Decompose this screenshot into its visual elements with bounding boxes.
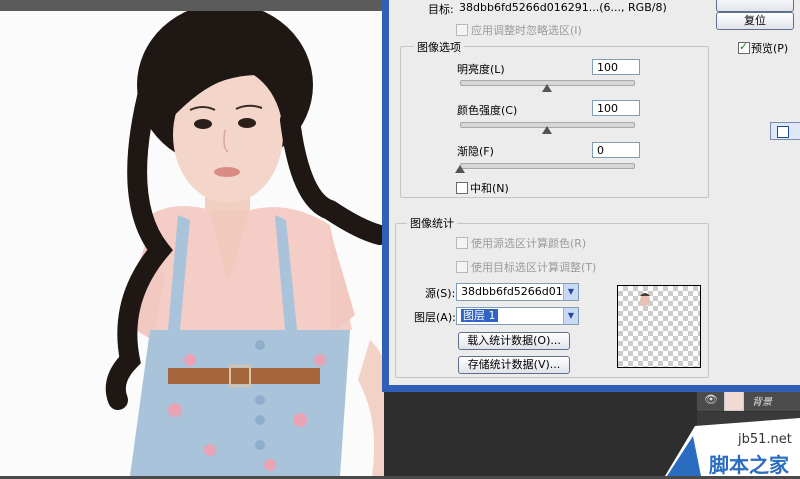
- preview-face-image: [640, 293, 650, 306]
- preview-label: 预览(P): [751, 42, 789, 55]
- canvas-top-bar: [0, 0, 400, 11]
- color-intensity-input[interactable]: 100: [592, 100, 640, 116]
- use-target-selection-label: 使用目标选区计算调整(T): [471, 261, 597, 274]
- layer-name: 背景: [752, 397, 772, 408]
- color-intensity-slider-thumb[interactable]: [541, 126, 552, 134]
- load-statistics-button[interactable]: 载入统计数据(O)...: [458, 332, 570, 350]
- source-select[interactable]: 38dbb6fd5266d01... ▼: [456, 283, 579, 301]
- chevron-down-icon[interactable]: ▼: [563, 308, 578, 324]
- chevron-down-icon[interactable]: ▼: [563, 284, 578, 300]
- source-label: 源(S):: [425, 287, 456, 300]
- image-options-title: 图像选项: [414, 39, 464, 55]
- layer-select[interactable]: 图层 1 ▼: [456, 307, 579, 325]
- neutralize-label: 中和(N): [470, 182, 509, 195]
- use-target-selection-checkbox[interactable]: [456, 261, 468, 273]
- fade-slider-thumb[interactable]: [455, 165, 465, 173]
- neutralize-checkbox[interactable]: [456, 182, 468, 194]
- side-panel-button[interactable]: [770, 122, 800, 140]
- use-source-selection-label: 使用源选区计算颜色(R): [471, 237, 587, 250]
- portrait-image: [0, 0, 400, 476]
- layer-select-value: 图层 1: [461, 309, 498, 322]
- target-label: 目标:: [428, 3, 454, 16]
- eye-icon[interactable]: 👁: [704, 393, 718, 406]
- zoom-icon: [777, 126, 789, 138]
- layer-label: 图层(A):: [414, 311, 456, 324]
- watermark-name: 脚本之家: [709, 453, 789, 477]
- source-select-value: 38dbb6fd5266d01...: [461, 285, 574, 298]
- fade-slider-track[interactable]: [460, 163, 635, 169]
- preview-checkbox[interactable]: [738, 40, 750, 54]
- watermark-logo: jb51.net 脚本之家: [665, 418, 800, 477]
- apply-selection-checkbox[interactable]: [456, 24, 468, 36]
- preview-thumbnail: [617, 285, 701, 368]
- photo-canvas: [0, 0, 400, 476]
- ok-button-partial[interactable]: [716, 0, 794, 12]
- fade-label: 渐隐(F): [457, 145, 494, 158]
- color-intensity-label: 颜色强度(C): [457, 104, 518, 117]
- fade-input[interactable]: 0: [592, 142, 640, 158]
- layer-thumbnail: [724, 389, 744, 411]
- target-value: 38dbb6fd5266d016291...(6..., RGB/8): [459, 1, 667, 14]
- image-statistics-title: 图像统计: [407, 215, 457, 231]
- luminance-label: 明亮度(L): [457, 63, 505, 76]
- save-statistics-button[interactable]: 存储统计数据(V)...: [458, 356, 570, 374]
- use-source-selection-checkbox[interactable]: [456, 237, 468, 249]
- watermark-site: jb51.net: [738, 432, 792, 447]
- apply-selection-label: 应用调整时忽略选区(I): [471, 24, 582, 37]
- luminance-slider-thumb[interactable]: [541, 84, 552, 92]
- reset-button[interactable]: 复位: [716, 12, 794, 30]
- luminance-input[interactable]: 100: [592, 59, 640, 75]
